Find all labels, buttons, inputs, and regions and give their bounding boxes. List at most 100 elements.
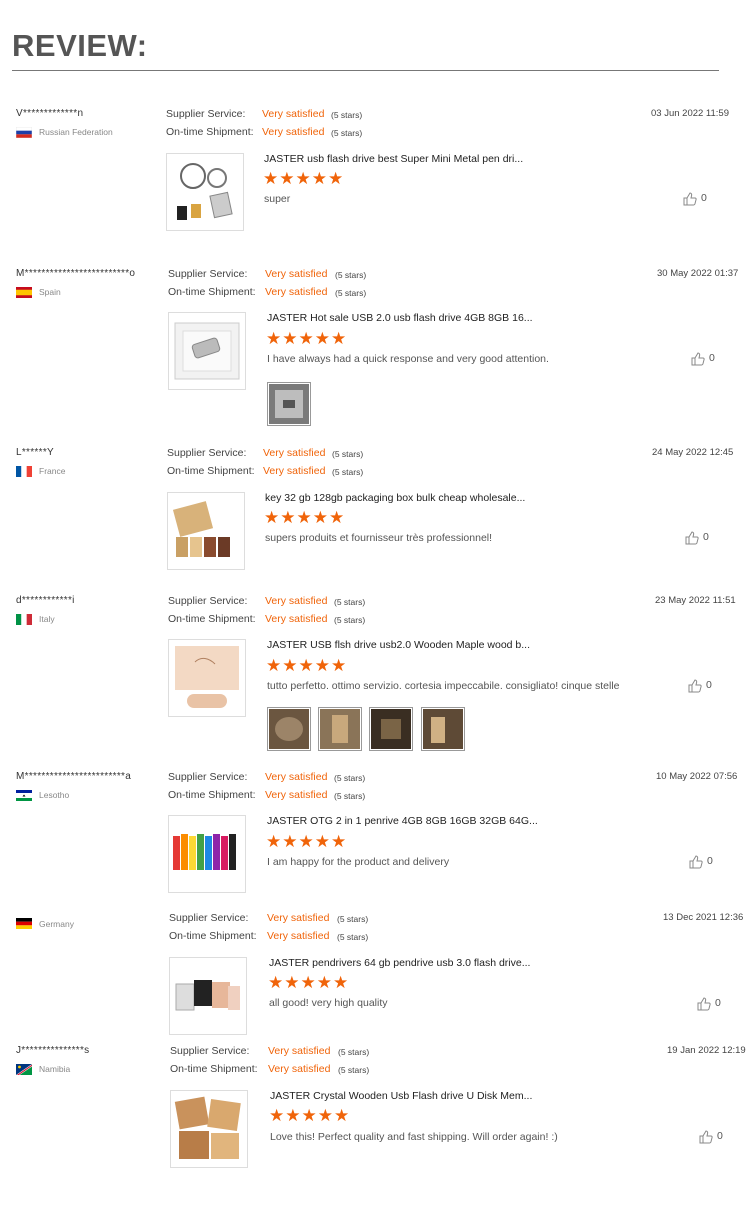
- review-photo[interactable]: [369, 707, 413, 751]
- review-comment: super: [264, 193, 291, 205]
- supplier-service-value: Very satisfied: [267, 912, 330, 924]
- thumbs-up-icon: [685, 531, 699, 545]
- supplier-service-count: (5 stars): [334, 597, 366, 607]
- shipment-count: (5 stars): [334, 615, 366, 625]
- review-comment: I have always had a quick response and v…: [267, 353, 549, 365]
- like-count: 0: [706, 679, 712, 691]
- like-button[interactable]: 0: [691, 352, 731, 368]
- shipment-count: (5 stars): [331, 128, 363, 138]
- like-count: 0: [707, 855, 713, 867]
- reviewer-name: M*************************o: [16, 268, 136, 279]
- like-button[interactable]: 0: [699, 1130, 739, 1146]
- title-divider: [12, 70, 719, 71]
- like-button[interactable]: 0: [683, 192, 723, 208]
- reviewer-name: d************i: [16, 595, 75, 606]
- germany-flag-icon: [16, 918, 32, 929]
- thumbs-up-icon: [697, 997, 711, 1011]
- like-button[interactable]: 0: [697, 997, 737, 1013]
- product-thumbnail[interactable]: [167, 492, 245, 570]
- like-button[interactable]: 0: [688, 679, 728, 695]
- review-photo[interactable]: [267, 382, 311, 426]
- shipment-label: On-time Shipment:: [168, 789, 256, 801]
- review-date: 13 Dec 2021 12:36: [663, 912, 744, 923]
- thumbs-up-icon: [688, 679, 702, 693]
- product-title[interactable]: JASTER usb flash drive best Super Mini M…: [264, 153, 523, 165]
- product-thumbnail[interactable]: [168, 815, 246, 893]
- shipment-value: Very satisfied: [263, 465, 326, 477]
- product-thumbnail[interactable]: [170, 1090, 248, 1168]
- like-button[interactable]: 0: [685, 531, 725, 547]
- supplier-service-count: (5 stars): [332, 449, 364, 459]
- supplier-service-count: (5 stars): [338, 1047, 370, 1057]
- reviewer-name: J***************s: [16, 1045, 90, 1056]
- shipment-value: Very satisfied: [265, 789, 328, 801]
- product-title[interactable]: JASTER OTG 2 in 1 penrive 4GB 8GB 16GB 3…: [267, 815, 538, 827]
- shipment-label: On-time Shipment:: [168, 613, 256, 625]
- like-count: 0: [709, 352, 715, 364]
- supplier-service-count: (5 stars): [331, 110, 363, 120]
- rating-stars: ★★★★★: [266, 832, 348, 851]
- product-title[interactable]: JASTER Crystal Wooden Usb Flash drive U …: [270, 1090, 532, 1102]
- rating-stars: ★★★★★: [266, 656, 348, 675]
- shipment-value: Very satisfied: [262, 126, 325, 138]
- shipment-label: On-time Shipment:: [167, 465, 255, 477]
- review-photo[interactable]: [318, 707, 362, 751]
- product-title[interactable]: JASTER pendrivers 64 gb pendrive usb 3.0…: [269, 957, 530, 969]
- page-title: REVIEW:: [12, 28, 148, 63]
- shipment-label: On-time Shipment:: [166, 126, 254, 138]
- review-date: 30 May 2022 01:37: [657, 268, 739, 279]
- product-title[interactable]: JASTER USB flsh drive usb2.0 Wooden Mapl…: [267, 639, 530, 651]
- review-photo[interactable]: [421, 707, 465, 751]
- shipment-label: On-time Shipment:: [169, 930, 257, 942]
- supplier-service-value: Very satisfied: [268, 1045, 331, 1057]
- review-date: 24 May 2022 12:45: [652, 447, 734, 458]
- reviewer-country: Lesotho: [39, 790, 70, 800]
- review-comment: I am happy for the product and delivery: [267, 856, 450, 868]
- review-comment: supers produits et fournisseur très prof…: [265, 532, 493, 544]
- reviewer-name: L******Y: [16, 447, 54, 458]
- product-thumbnail[interactable]: [168, 639, 246, 717]
- review-date: 23 May 2022 11:51: [655, 595, 736, 606]
- rating-stars: ★★★★★: [263, 169, 345, 188]
- supplier-service-value: Very satisfied: [265, 771, 328, 783]
- thumbs-up-icon: [689, 855, 703, 869]
- france-flag-icon: [16, 466, 32, 477]
- reviewer-name: M************************a: [16, 771, 132, 782]
- shipment-value: Very satisfied: [267, 930, 330, 942]
- russia-flag-icon: [16, 127, 32, 138]
- italy-flag-icon: [16, 614, 32, 625]
- supplier-service-label: Supplier Service:: [168, 595, 248, 607]
- review-photo[interactable]: [267, 707, 311, 751]
- rating-stars: ★★★★★: [268, 973, 350, 992]
- shipment-count: (5 stars): [338, 1065, 370, 1075]
- review-date: 03 Jun 2022 11:59: [651, 108, 730, 119]
- thumbs-up-icon: [699, 1130, 713, 1144]
- shipment-label: On-time Shipment:: [170, 1063, 258, 1075]
- reviewer-country: Germany: [39, 919, 74, 929]
- product-thumbnail[interactable]: [166, 153, 244, 231]
- shipment-value: Very satisfied: [265, 613, 328, 625]
- product-title[interactable]: key 32 gb 128gb packaging box bulk cheap…: [265, 492, 525, 504]
- reviewer-country: Namibia: [39, 1064, 71, 1074]
- review-date: 10 May 2022 07:56: [656, 771, 738, 782]
- supplier-service-value: Very satisfied: [265, 268, 328, 280]
- product-title[interactable]: JASTER Hot sale USB 2.0 usb flash drive …: [267, 312, 533, 324]
- review-comment: all good! very high quality: [269, 997, 388, 1009]
- like-button[interactable]: 0: [689, 855, 729, 871]
- supplier-service-label: Supplier Service:: [168, 771, 248, 783]
- product-thumbnail[interactable]: [168, 312, 246, 390]
- reviewer-country: France: [39, 466, 66, 476]
- like-count: 0: [717, 1130, 723, 1142]
- supplier-service-label: Supplier Service:: [168, 268, 248, 280]
- shipment-count: (5 stars): [332, 467, 364, 477]
- product-thumbnail[interactable]: [169, 957, 247, 1035]
- review-comment: Love this! Perfect quality and fast ship…: [270, 1131, 558, 1143]
- supplier-service-value: Very satisfied: [262, 108, 325, 120]
- thumbs-up-icon: [691, 352, 705, 366]
- shipment-count: (5 stars): [337, 932, 369, 942]
- review-date: 19 Jan 2022 12:19: [667, 1045, 746, 1056]
- supplier-service-label: Supplier Service:: [169, 912, 249, 924]
- reviewer-country: Spain: [39, 287, 61, 297]
- shipment-value: Very satisfied: [268, 1063, 331, 1075]
- like-count: 0: [703, 531, 709, 543]
